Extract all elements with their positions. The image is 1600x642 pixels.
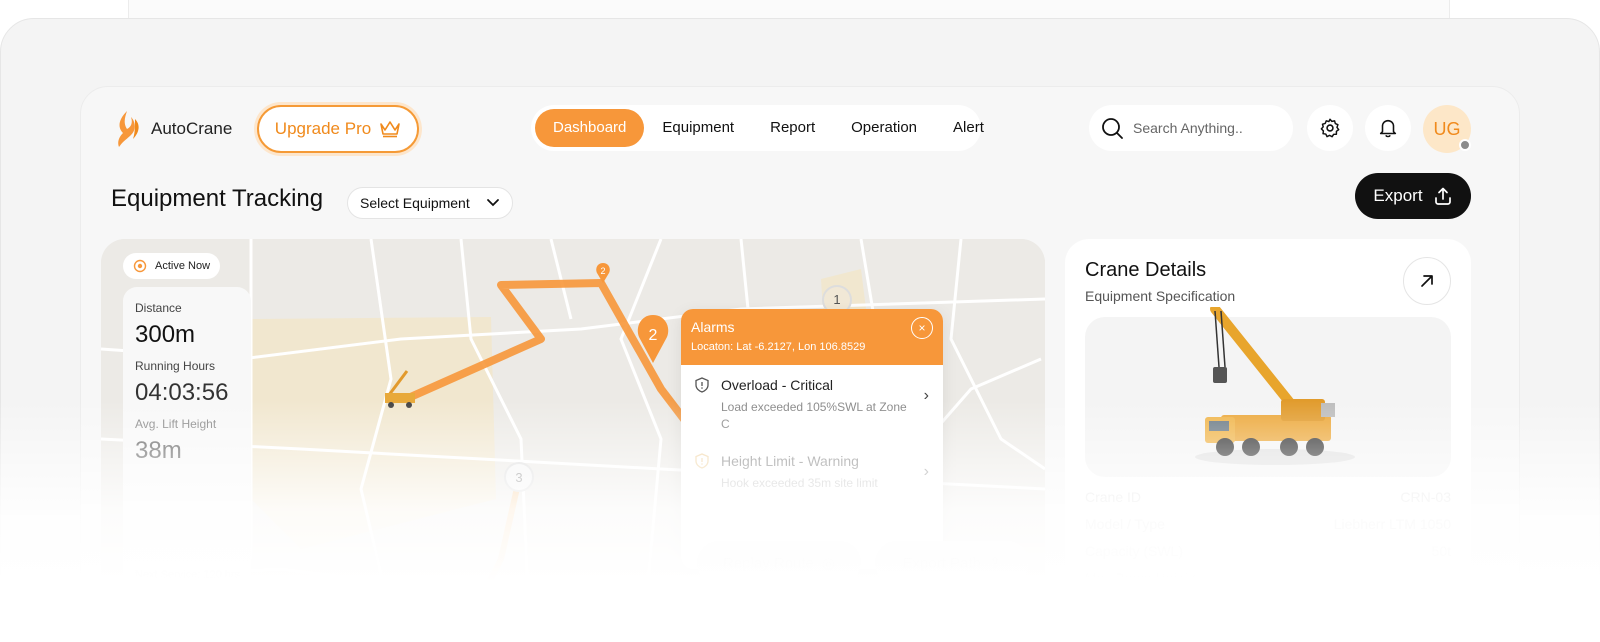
- chevron-right-icon: ›: [923, 463, 929, 480]
- details-title: Crane Details: [1085, 259, 1207, 281]
- logo[interactable]: AutoCrane: [113, 109, 232, 149]
- stat-label: Running Hours: [135, 359, 216, 373]
- stat-value: 300m: [135, 321, 196, 348]
- stat-value: 04:03:56: [135, 379, 229, 406]
- spec-value: 50t: [1431, 543, 1451, 559]
- spec-row: Capacity (SWL) 50t: [1085, 543, 1451, 559]
- spec-row: Crane ID CRN-03: [1085, 489, 1451, 505]
- settings-button[interactable]: [1307, 105, 1353, 151]
- alarms-header: Alarms Locaton: Lat -6.2127, Lon 106.852…: [681, 309, 943, 365]
- shield-alert-icon: [695, 453, 709, 469]
- stat-label: Distance: [135, 301, 182, 315]
- alarm-title: Overload - Critical: [721, 377, 834, 393]
- nav-report[interactable]: Report: [752, 109, 833, 147]
- expand-button[interactable]: [1403, 257, 1451, 305]
- stat-value: 38m: [135, 437, 182, 464]
- search-icon: [1102, 118, 1123, 139]
- app-window: AutoCrane Upgrade Pro Dashboard Equipmen…: [80, 86, 1520, 642]
- upgrade-label: Upgrade Pro: [274, 119, 372, 138]
- spec-value: CRN-03: [1400, 489, 1451, 505]
- map-pin-label: 2: [648, 327, 658, 344]
- page-title: Equipment Tracking: [111, 185, 324, 212]
- spec-label: Crane ID: [1085, 489, 1142, 505]
- nav-operation[interactable]: Operation: [833, 109, 935, 147]
- upload-icon: [1434, 187, 1451, 205]
- status-badge: Active Now: [123, 253, 221, 279]
- nav-dashboard[interactable]: Dashboard: [535, 109, 645, 147]
- alarms-location: Locaton: Lat -6.2127, Lon 106.8529: [691, 341, 866, 353]
- spec-row: Model / Type Liebherr LTM 1050: [1085, 516, 1451, 532]
- search-input[interactable]: Search Anything..: [1089, 105, 1293, 151]
- bell-icon: [1379, 119, 1397, 138]
- arrow-up-right-icon: [1421, 275, 1433, 287]
- export-path-button[interactable]: Export Path ⇪: [875, 541, 1029, 585]
- shield-alert-icon: [695, 377, 709, 393]
- tracking-map[interactable]: 2 2 1 3 Active Now Distance 300m Running…: [101, 239, 1045, 642]
- alarm-description: Load exceeded 105%SWL at Zone C: [721, 400, 907, 431]
- close-button[interactable]: ×: [911, 317, 933, 339]
- crown-icon: [380, 121, 400, 138]
- nav-alert[interactable]: Alert: [935, 109, 1002, 147]
- service-note: Next Service: 120 hrs: [135, 569, 241, 581]
- replay-route-label: Replay Route: [723, 554, 814, 572]
- nav-equipment[interactable]: Equipment: [644, 109, 752, 147]
- app-name: AutoCrane: [151, 119, 233, 138]
- replay-route-button[interactable]: Replay Route ◎: [697, 541, 861, 585]
- crane-details-panel: Crane Details Equipment Specification Cr…: [1065, 239, 1471, 642]
- select-equipment-dropdown[interactable]: Select Equipment: [347, 187, 513, 219]
- alarm-title: Height Limit - Warning: [721, 453, 859, 469]
- spec-label: Max Boom Height: [1085, 570, 1197, 586]
- notifications-button[interactable]: [1365, 105, 1411, 151]
- search-placeholder: Search Anything..: [1133, 120, 1243, 136]
- status-dot: [1459, 139, 1471, 151]
- spec-label: Model / Type: [1085, 516, 1165, 532]
- alarms-title: Alarms: [691, 319, 735, 335]
- status-label: Active Now: [155, 260, 211, 272]
- stats-panel: Distance 300m Running Hours 04:03:56 Avg…: [123, 287, 251, 587]
- select-equipment-label: Select Equipment: [360, 195, 470, 211]
- target-icon: [133, 259, 147, 273]
- map-pin-label: 3: [515, 470, 523, 485]
- upload-icon: ⇪: [988, 555, 1002, 572]
- chevron-down-icon: [487, 199, 499, 207]
- export-label: Export: [1373, 186, 1423, 205]
- spec-value: Liebherr LTM 1050: [1333, 516, 1451, 532]
- alarm-item[interactable]: Height Limit - Warning Hook exceeded 35m…: [681, 441, 943, 500]
- alarms-popup: Alarms Locaton: Lat -6.2127, Lon 106.852…: [681, 309, 943, 569]
- close-icon: ×: [918, 321, 926, 335]
- crane-illustration: [1195, 307, 1355, 465]
- export-path-label: Export Path: [902, 554, 981, 572]
- alarm-item[interactable]: Overload - Critical Load exceeded 105%SW…: [681, 365, 943, 441]
- upgrade-pro-button[interactable]: Upgrade Pro: [257, 105, 419, 153]
- main-nav: Dashboard Equipment Report Operation Ale…: [531, 105, 984, 151]
- gear-icon: [1320, 118, 1340, 138]
- spec-label: Capacity (SWL): [1085, 543, 1184, 559]
- map-pin-label: 2: [600, 266, 606, 276]
- alarm-description: Hook exceeded 35m site limit: [721, 476, 878, 490]
- autocrane-logo-icon: [118, 111, 139, 147]
- avatar-initials: UG: [1433, 118, 1461, 139]
- export-button[interactable]: Export: [1355, 173, 1471, 219]
- spec-row: Max Boom Height: [1085, 570, 1451, 586]
- chevron-right-icon: ›: [923, 387, 929, 404]
- play-icon: ◎: [821, 555, 835, 572]
- stat-label: Avg. Lift Height: [135, 417, 217, 431]
- map-pin-label: 1: [833, 292, 841, 307]
- crane-image-container: [1085, 307, 1451, 477]
- details-subtitle: Equipment Specification: [1085, 288, 1236, 304]
